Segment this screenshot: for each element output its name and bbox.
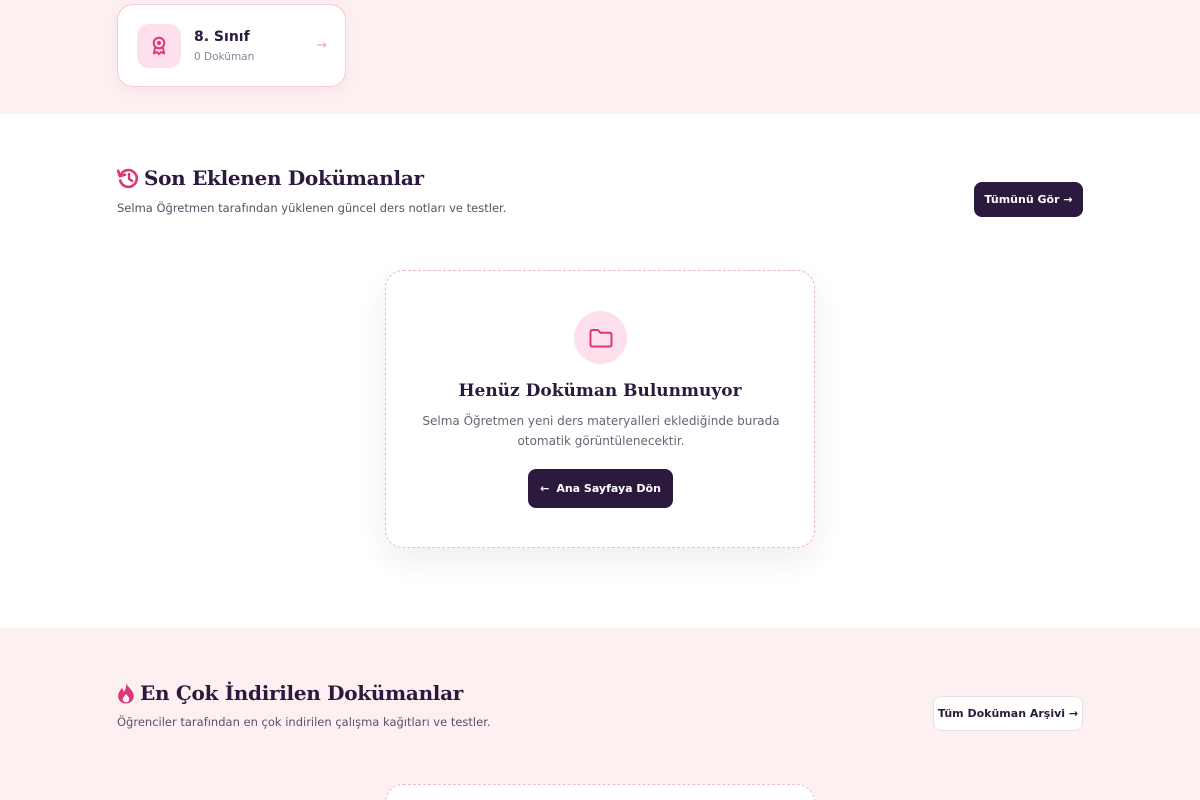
arrow-left-icon: ←	[540, 482, 550, 495]
grade-doc-count: 0 Doküman	[194, 51, 255, 63]
grade-icon-wrap	[137, 24, 181, 68]
folder-icon	[589, 328, 612, 347]
recent-section-title: Son Eklenen Dokümanlar	[144, 166, 424, 190]
arrow-right-icon: →	[316, 38, 327, 53]
empty-state-card: Henüz Doküman Bulunmuyor Selma Öğretmen …	[385, 270, 815, 548]
popular-section-header: En Çok İndirilen Dokümanlar	[116, 681, 463, 705]
popular-section-title: En Çok İndirilen Dokümanlar	[140, 681, 464, 705]
empty-icon-wrap	[574, 311, 627, 364]
grade-card[interactable]: 8. Sınıf 0 Doküman →	[117, 4, 346, 87]
empty-state-text: Selma Öğretmen yeni ders materyalleri ek…	[422, 414, 780, 448]
home-button[interactable]: ← Ana Sayfaya Dön	[528, 469, 673, 508]
archive-button[interactable]: Tüm Doküman Arşivi →	[933, 696, 1083, 731]
fire-icon	[118, 682, 134, 704]
see-all-button[interactable]: Tümünü Gör →	[974, 182, 1083, 217]
document-card-peek	[385, 784, 815, 800]
recent-section-subtitle: Selma Öğretmen tarafından yüklenen günce…	[117, 201, 507, 215]
recent-section-header: Son Eklenen Dokümanlar	[116, 166, 424, 190]
empty-state-title: Henüz Doküman Bulunmuyor	[458, 381, 742, 401]
history-icon	[116, 168, 139, 189]
grade-title: 8. Sınıf	[194, 29, 250, 45]
popular-section-subtitle: Öğrenciler tarafından en çok indirilen ç…	[117, 715, 491, 729]
award-icon	[152, 36, 166, 56]
home-button-label: Ana Sayfaya Dön	[556, 482, 661, 495]
